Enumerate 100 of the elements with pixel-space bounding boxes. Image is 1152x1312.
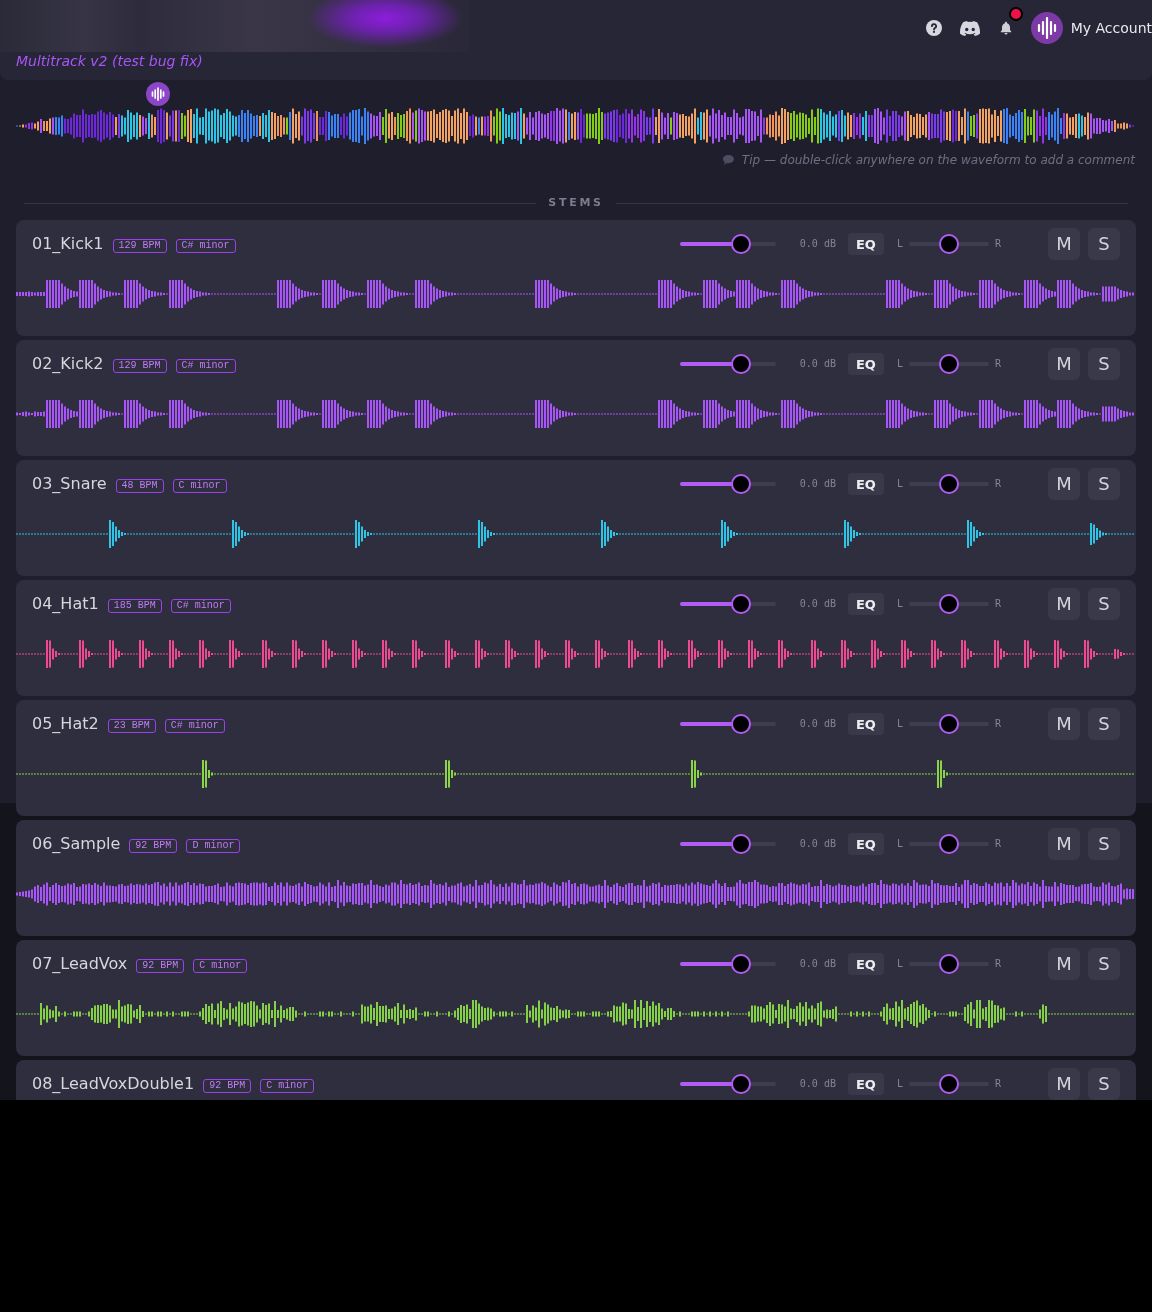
volume-slider[interactable]: [679, 714, 776, 734]
tempo-tag: 129 BPM: [112, 238, 167, 253]
mute-button[interactable]: M: [1048, 228, 1080, 260]
pan-slider[interactable]: [908, 234, 989, 254]
mute-button[interactable]: M: [1048, 828, 1080, 860]
volume-slider[interactable]: [679, 1074, 776, 1094]
volume-reading: 0.0 dB: [799, 1078, 836, 1090]
solo-button[interactable]: S: [1088, 348, 1120, 380]
help-icon[interactable]: [925, 20, 942, 36]
slider-thumb[interactable]: [731, 714, 752, 734]
solo-button[interactable]: S: [1088, 228, 1120, 260]
solo-button[interactable]: S: [1088, 1068, 1120, 1100]
pan-slider[interactable]: [908, 714, 989, 734]
overview-waveform-drawing[interactable]: [16, 108, 1135, 144]
pan-left-label: L: [896, 478, 903, 490]
pan-left-label: L: [896, 958, 903, 970]
pan-right-label: R: [994, 1078, 1001, 1090]
key-tag: C# minor: [164, 718, 225, 733]
volume-reading: 0.0 dB: [799, 238, 836, 250]
chat-bubble-icon: [722, 155, 734, 165]
eq-button[interactable]: EQ: [847, 833, 884, 855]
mute-button[interactable]: M: [1048, 588, 1080, 620]
pan-left-label: L: [896, 358, 903, 370]
slider-thumb[interactable]: [731, 234, 752, 254]
pan-slider[interactable]: [908, 594, 989, 614]
mute-button[interactable]: M: [1048, 468, 1080, 500]
eq-button[interactable]: EQ: [847, 1073, 884, 1095]
slider-thumb[interactable]: [938, 714, 959, 734]
slider-thumb[interactable]: [938, 834, 959, 854]
track-name: 03_Snare: [32, 474, 107, 494]
track-name: 05_Hat2: [32, 714, 99, 734]
slider-thumb[interactable]: [731, 834, 752, 854]
comment-marker-icon[interactable]: [146, 82, 170, 106]
slider-thumb[interactable]: [731, 954, 752, 974]
pan-left-label: L: [896, 238, 903, 250]
tempo-tag: 92 BPM: [129, 838, 178, 853]
solo-button[interactable]: S: [1088, 588, 1120, 620]
tip-text: Tip — double-click anywhere on the waveform to add a comment: [741, 152, 1135, 168]
solo-button[interactable]: S: [1088, 828, 1120, 860]
mute-button[interactable]: M: [1048, 348, 1080, 380]
project-title: Multitrack v2 (test bug fix): [15, 52, 204, 70]
eq-button[interactable]: EQ: [847, 593, 884, 615]
solo-button[interactable]: S: [1088, 708, 1120, 740]
slider-thumb[interactable]: [938, 354, 959, 374]
pan-right-label: R: [994, 718, 1001, 730]
eq-button[interactable]: EQ: [847, 713, 884, 735]
track-name: 08_LeadVoxDouble1: [32, 1074, 195, 1094]
track-name: 01_Kick1: [32, 234, 104, 254]
volume-reading: 0.0 dB: [799, 718, 836, 730]
volume-reading: 0.0 dB: [799, 838, 836, 850]
tempo-tag: 48 BPM: [115, 478, 164, 493]
eq-button[interactable]: EQ: [847, 233, 884, 255]
volume-reading: 0.0 dB: [799, 358, 836, 370]
slider-thumb[interactable]: [938, 234, 959, 254]
solo-button[interactable]: S: [1088, 948, 1120, 980]
slider-thumb[interactable]: [938, 954, 959, 974]
track-name: 07_LeadVox: [32, 954, 128, 974]
eq-button[interactable]: EQ: [847, 473, 884, 495]
bell-icon[interactable]: [999, 21, 1012, 35]
pan-slider[interactable]: [908, 1074, 989, 1094]
slider-thumb[interactable]: [731, 1074, 752, 1094]
volume-reading: 0.0 dB: [799, 598, 836, 610]
mute-button[interactable]: M: [1048, 708, 1080, 740]
eq-button[interactable]: EQ: [847, 353, 884, 375]
slider-thumb[interactable]: [731, 474, 752, 494]
slider-thumb[interactable]: [731, 594, 752, 614]
key-tag: C minor: [193, 958, 248, 973]
mute-button[interactable]: M: [1048, 948, 1080, 980]
pan-slider[interactable]: [908, 954, 989, 974]
volume-slider[interactable]: [679, 834, 776, 854]
pan-right-label: R: [994, 238, 1001, 250]
pan-left-label: L: [896, 598, 903, 610]
pan-left-label: L: [896, 838, 903, 850]
account-link[interactable]: My Account: [1070, 18, 1152, 38]
volume-slider[interactable]: [679, 594, 776, 614]
track-name: 06_Sample: [32, 834, 121, 854]
key-tag: C minor: [172, 478, 227, 493]
discord-icon[interactable]: [959, 20, 980, 36]
pan-right-label: R: [994, 478, 1001, 490]
pan-slider[interactable]: [908, 354, 989, 374]
slider-thumb[interactable]: [938, 594, 959, 614]
slider-thumb[interactable]: [731, 354, 752, 374]
volume-slider[interactable]: [679, 954, 776, 974]
slider-thumb[interactable]: [938, 474, 959, 494]
pan-left-label: L: [896, 718, 903, 730]
tempo-tag: 129 BPM: [112, 358, 167, 373]
slider-thumb[interactable]: [938, 1074, 959, 1094]
pan-slider[interactable]: [908, 474, 989, 494]
volume-slider[interactable]: [679, 354, 776, 374]
eq-button[interactable]: EQ: [847, 953, 884, 975]
key-tag: D minor: [186, 838, 241, 853]
solo-button[interactable]: S: [1088, 468, 1120, 500]
mute-button[interactable]: M: [1048, 1068, 1080, 1100]
volume-slider[interactable]: [679, 234, 776, 254]
account-avatar-icon[interactable]: [1030, 12, 1063, 44]
section-heading: STEMS: [548, 196, 604, 210]
track-name: 02_Kick2: [32, 354, 104, 374]
volume-slider[interactable]: [679, 474, 776, 494]
key-tag: C minor: [260, 1078, 315, 1093]
pan-slider[interactable]: [908, 834, 989, 854]
